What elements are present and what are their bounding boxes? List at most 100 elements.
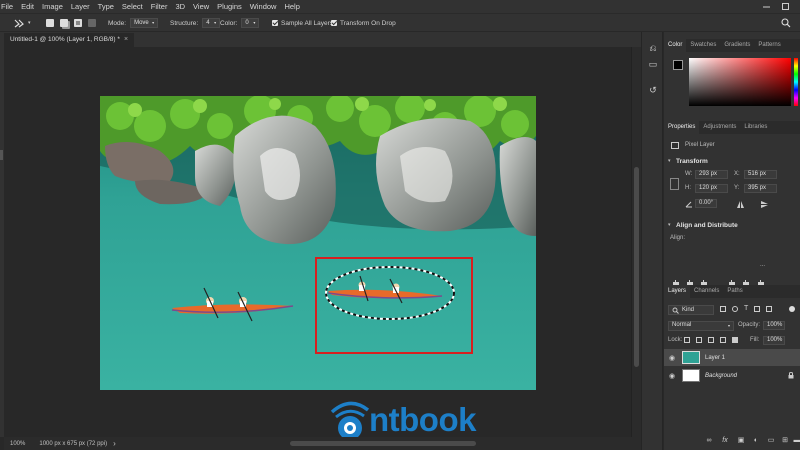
more-options[interactable]: ...	[760, 262, 765, 268]
mode-select[interactable]: Move ▾	[130, 18, 159, 28]
new-selection-icon[interactable]	[46, 17, 54, 29]
document-tab[interactable]: Untitled-1 @ 100% (Layer 1, RGB/8) * ×	[4, 33, 135, 47]
intersect-selection-icon[interactable]	[88, 17, 96, 29]
tab-gradients[interactable]: Gradients	[720, 39, 754, 52]
tab-paths[interactable]: Paths	[723, 285, 746, 298]
visibility-eye-icon[interactable]: ◉	[669, 354, 675, 362]
filter-type-icon[interactable]: T	[744, 305, 748, 314]
status-menu-arrow-icon[interactable]: ›	[113, 439, 116, 448]
menu-3d[interactable]: 3D	[171, 0, 189, 13]
subtract-selection-icon[interactable]	[74, 17, 82, 29]
blend-mode-select[interactable]: Normal ▾	[668, 321, 734, 331]
y-field[interactable]: 395 px	[744, 184, 777, 193]
delete-layer-icon[interactable]: ▬	[793, 437, 800, 445]
link-dimensions-icon[interactable]	[670, 178, 679, 190]
filter-shape-icon[interactable]	[754, 306, 761, 312]
foreground-color-swatch[interactable]	[673, 60, 683, 70]
layer-filter-select[interactable]: Kind	[668, 305, 714, 315]
scroll-thumb[interactable]	[634, 167, 639, 367]
fill-field[interactable]: 100%	[763, 336, 785, 345]
color-picker-field[interactable]	[689, 58, 791, 106]
tab-properties[interactable]: Properties	[664, 121, 700, 134]
menu-layer[interactable]: Layer	[67, 0, 94, 13]
filter-toggle-icon[interactable]	[789, 306, 795, 312]
vertical-scrollbar[interactable]	[631, 47, 641, 437]
flip-horizontal-icon[interactable]	[736, 200, 745, 209]
filter-pixel-icon[interactable]	[720, 306, 726, 312]
tab-patterns[interactable]: Patterns	[754, 39, 784, 52]
lock-artboard-icon[interactable]	[720, 337, 726, 343]
layer-row-layer-1[interactable]: ◉ Layer 1	[664, 349, 800, 366]
document-info: 1000 px x 675 px (72 ppi)	[39, 440, 108, 447]
layer-name[interactable]: Layer 1	[705, 355, 725, 361]
hue-slider[interactable]	[794, 58, 798, 106]
transform-chevron-icon[interactable]: ▾	[668, 158, 671, 164]
horizontal-scrollbar[interactable]	[290, 441, 476, 446]
color-input[interactable]: 0 ▾	[241, 18, 260, 28]
close-tab-icon[interactable]: ×	[124, 33, 128, 47]
tab-color[interactable]: Color	[664, 39, 687, 52]
lock-image-icon[interactable]	[696, 337, 702, 343]
logo-eye-icon	[330, 401, 370, 440]
search-icon	[672, 307, 679, 314]
layer-style-icon[interactable]: fx	[721, 437, 729, 445]
lock-position-icon[interactable]	[708, 337, 714, 343]
ntbook-logo: ntbook	[328, 398, 476, 442]
menu-type[interactable]: Type	[94, 0, 118, 13]
menu-image[interactable]: Image	[38, 0, 67, 13]
group-folder-icon[interactable]: ▭	[767, 437, 775, 445]
menu-plugins[interactable]: Plugins	[213, 0, 246, 13]
search-icon[interactable]	[781, 18, 791, 28]
adjustment-layer-icon[interactable]: ◐	[752, 437, 760, 445]
height-field[interactable]: 120 px	[695, 184, 728, 193]
document-image[interactable]	[100, 96, 536, 390]
flip-vertical-icon[interactable]	[760, 200, 769, 209]
width-label: W:	[685, 171, 693, 177]
filter-adjustment-icon[interactable]	[732, 306, 738, 312]
content-aware-move-tool-icon[interactable]: ▾	[14, 17, 31, 29]
lock-transparent-icon[interactable]	[684, 337, 690, 343]
angle-field[interactable]: 0.00°	[695, 199, 717, 208]
menu-edit[interactable]: Edit	[17, 0, 38, 13]
opacity-field[interactable]: 100%	[763, 321, 785, 330]
sample-all-layers-checkbox[interactable]: Sample All Layers	[272, 17, 333, 29]
x-label: X:	[734, 171, 740, 177]
transform-on-drop-checkbox[interactable]: Transform On Drop	[331, 17, 396, 29]
tab-adjustments[interactable]: Adjustments	[699, 121, 740, 134]
actions-icon[interactable]: ↺	[647, 84, 659, 96]
menu-select[interactable]: Select	[118, 0, 147, 13]
tab-layers[interactable]: Layers	[664, 285, 691, 298]
add-mask-icon[interactable]: ▣	[737, 437, 745, 445]
menu-file[interactable]: File	[0, 0, 17, 13]
menu-window[interactable]: Window	[246, 0, 281, 13]
maximize-icon[interactable]	[781, 2, 790, 11]
width-field[interactable]: 293 px	[695, 170, 728, 179]
layer-thumbnail	[682, 369, 700, 382]
structure-input[interactable]: 4 ▾	[202, 18, 221, 28]
menu-view[interactable]: View	[189, 0, 213, 13]
history-icon[interactable]: ⎌	[647, 42, 659, 54]
new-layer-icon[interactable]: ⊞	[781, 437, 789, 445]
x-field[interactable]: 516 px	[744, 170, 777, 179]
logo-text: ntbook	[369, 401, 476, 438]
comments-icon[interactable]: ▭	[647, 58, 659, 70]
layer-row-background[interactable]: ◉ Background	[664, 367, 800, 384]
tab-channels[interactable]: Channels	[690, 285, 723, 298]
menu-bar: File Edit Image Layer Type Select Filter…	[0, 0, 800, 13]
zoom-level[interactable]: 100%	[10, 441, 25, 447]
tab-libraries[interactable]: Libraries	[740, 121, 771, 134]
add-selection-icon[interactable]	[60, 17, 68, 29]
filter-smart-object-icon[interactable]	[766, 306, 773, 312]
align-chevron-icon[interactable]: ▾	[668, 222, 671, 228]
opacity-label: Opacity:	[738, 322, 761, 328]
tools-panel-grip[interactable]	[0, 150, 3, 160]
menu-help[interactable]: Help	[280, 0, 303, 13]
link-layers-icon[interactable]: ∞	[705, 437, 713, 445]
tab-swatches[interactable]: Swatches	[686, 39, 720, 52]
visibility-eye-icon[interactable]: ◉	[669, 372, 675, 380]
lock-all-icon[interactable]	[732, 337, 738, 343]
menu-filter[interactable]: Filter	[147, 0, 172, 13]
pixel-layer-icon	[671, 142, 679, 149]
layer-name[interactable]: Background	[705, 373, 737, 379]
minimize-icon[interactable]	[762, 2, 771, 11]
